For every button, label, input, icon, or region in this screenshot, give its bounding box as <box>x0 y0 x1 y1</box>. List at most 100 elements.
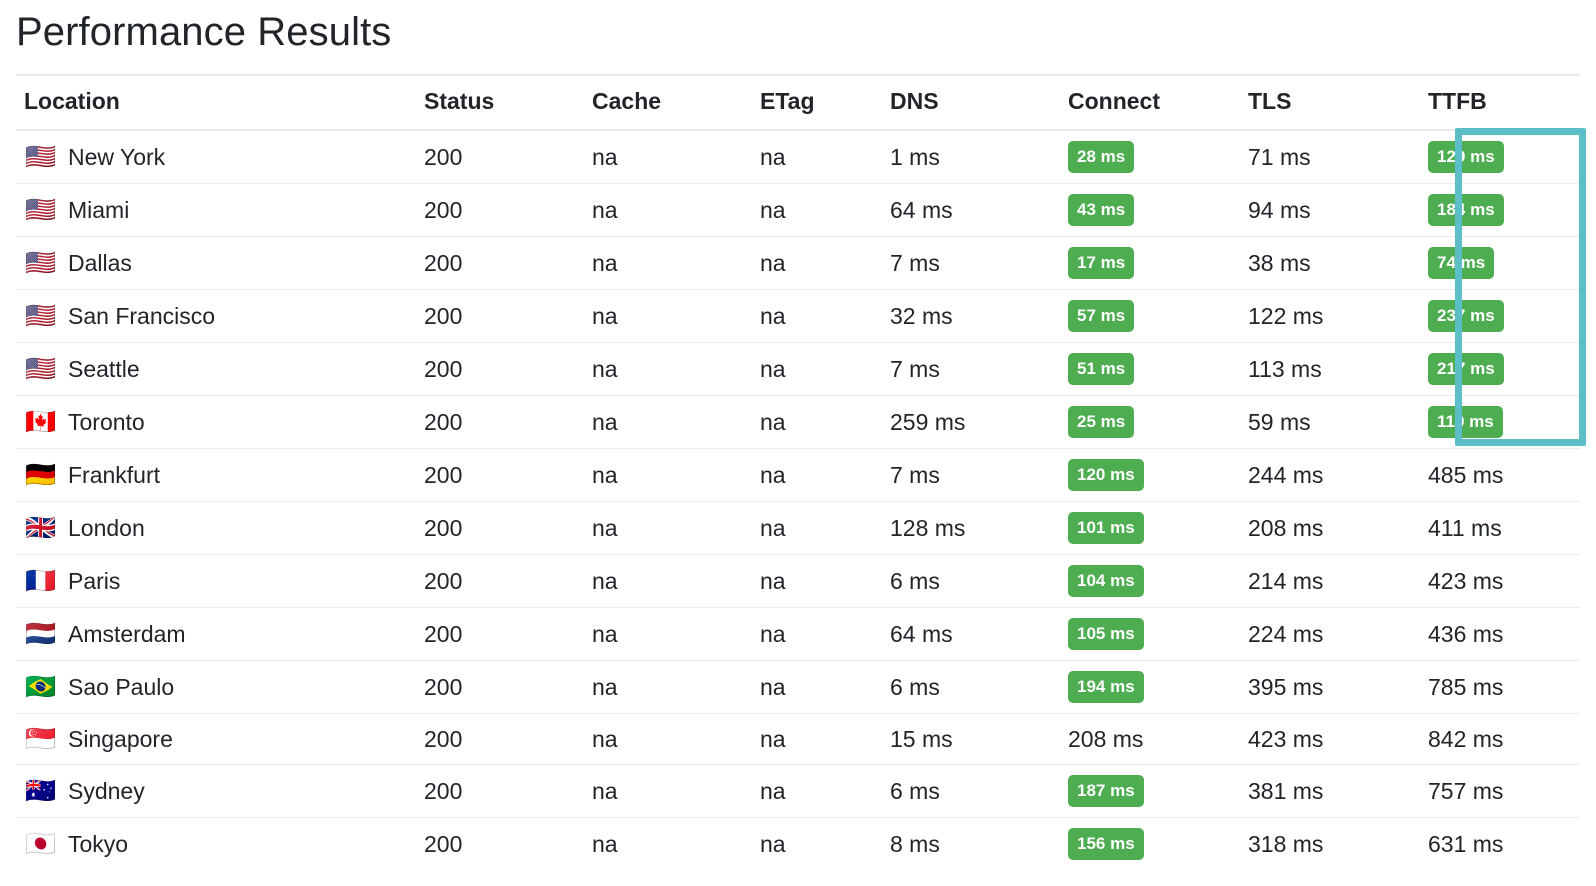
connect-badge: 101 ms <box>1068 512 1144 544</box>
location-name: Sao Paulo <box>68 673 175 700</box>
table-row[interactable]: 🇦🇺 Sydney 200 na na 6 ms 187 ms 381 ms 757 ms <box>16 764 1580 818</box>
table-row[interactable]: 🇺🇸 Miami 200 na na 64 ms 43 ms 94 ms 184 ms <box>16 183 1580 237</box>
connect-badge: 194 ms <box>1068 671 1144 703</box>
cell-ttfb: 110 ms <box>1420 395 1580 449</box>
flag-singapore-icon: 🇸🇬 <box>25 724 57 753</box>
cell-connect: 208 ms <box>1060 713 1240 765</box>
cell-tls: 318 ms <box>1240 817 1420 870</box>
table-row[interactable]: 🇸🇬 Singapore 200 na na 15 ms 208 ms 423 ms 842 m… <box>16 713 1580 765</box>
cell-connect: 120 ms <box>1060 448 1240 502</box>
cell-etag: na <box>752 448 882 502</box>
cell-ttfb: 842 ms <box>1420 713 1580 765</box>
ttfb-badge: 184 ms <box>1428 194 1504 226</box>
location-name: Toronto <box>68 408 145 435</box>
cell-cache: na <box>584 713 752 765</box>
table-header-row: Location Status Cache ETag DNS Connect T… <box>16 74 1580 131</box>
table-row[interactable]: 🇺🇸 Dallas 200 na na 7 ms 17 ms 38 ms 74 ms <box>16 236 1580 290</box>
cell-status: 200 <box>416 501 584 555</box>
cell-etag: na <box>752 129 882 184</box>
cell-tls: 113 ms <box>1240 342 1420 396</box>
cell-connect: 101 ms <box>1060 501 1240 555</box>
cell-cache: na <box>584 554 752 608</box>
column-header-dns[interactable]: DNS <box>882 74 1060 131</box>
column-header-status[interactable]: Status <box>416 74 584 131</box>
cell-tls: 71 ms <box>1240 129 1420 184</box>
connect-badge: 105 ms <box>1068 618 1144 650</box>
location-name: Singapore <box>68 725 173 752</box>
cell-etag: na <box>752 183 882 237</box>
cell-dns: 8 ms <box>882 817 1060 870</box>
cell-connect: 187 ms <box>1060 764 1240 818</box>
column-header-etag[interactable]: ETag <box>752 74 882 131</box>
connect-badge: 120 ms <box>1068 459 1144 491</box>
flag-australia-icon: 🇦🇺 <box>25 776 57 805</box>
cell-status: 200 <box>416 554 584 608</box>
table-row[interactable]: 🇧🇷 Sao Paulo 200 na na 6 ms 194 ms 395 ms 785 ms <box>16 660 1580 714</box>
cell-tls: 423 ms <box>1240 713 1420 765</box>
cell-status: 200 <box>416 183 584 237</box>
cell-cache: na <box>584 764 752 818</box>
cell-location: 🇬🇧 London <box>16 501 416 555</box>
cell-cache: na <box>584 660 752 714</box>
cell-connect: 105 ms <box>1060 607 1240 661</box>
flag-united-states-icon: 🇺🇸 <box>25 248 57 277</box>
column-header-location[interactable]: Location <box>16 74 416 131</box>
cell-ttfb: 184 ms <box>1420 183 1580 237</box>
page-title: Performance Results <box>16 10 392 54</box>
table-row[interactable]: 🇺🇸 Seattle 200 na na 7 ms 51 ms 113 ms 217 ms <box>16 342 1580 396</box>
ttfb-badge: 129 ms <box>1428 141 1504 173</box>
column-header-cache[interactable]: Cache <box>584 74 752 131</box>
cell-cache: na <box>584 289 752 343</box>
cell-tls: 214 ms <box>1240 554 1420 608</box>
cell-location: 🇳🇱 Amsterdam <box>16 607 416 661</box>
cell-status: 200 <box>416 607 584 661</box>
cell-ttfb: 631 ms <box>1420 817 1580 870</box>
connect-badge: 187 ms <box>1068 775 1144 807</box>
cell-etag: na <box>752 554 882 608</box>
cell-status: 200 <box>416 395 584 449</box>
cell-etag: na <box>752 607 882 661</box>
column-header-connect[interactable]: Connect <box>1060 74 1240 131</box>
table-row[interactable]: 🇯🇵 Tokyo 200 na na 8 ms 156 ms 318 ms 631 ms <box>16 817 1580 870</box>
cell-status: 200 <box>416 713 584 765</box>
cell-etag: na <box>752 395 882 449</box>
cell-connect: 43 ms <box>1060 183 1240 237</box>
cell-dns: 7 ms <box>882 448 1060 502</box>
table-row[interactable]: 🇬🇧 London 200 na na 128 ms 101 ms 208 ms 411 ms <box>16 501 1580 555</box>
table-row[interactable]: 🇩🇪 Frankfurt 200 na na 7 ms 120 ms 244 ms 485 ms <box>16 448 1580 502</box>
cell-dns: 259 ms <box>882 395 1060 449</box>
table-row[interactable]: 🇫🇷 Paris 200 na na 6 ms 104 ms 214 ms 423 ms <box>16 554 1580 608</box>
cell-dns: 6 ms <box>882 554 1060 608</box>
location-name: Miami <box>68 196 130 223</box>
cell-tls: 395 ms <box>1240 660 1420 714</box>
table-row[interactable]: 🇺🇸 New York 200 na na 1 ms 28 ms 71 ms 129 ms <box>16 129 1580 184</box>
connect-badge: 57 ms <box>1068 300 1135 332</box>
cell-status: 200 <box>416 764 584 818</box>
flag-japan-icon: 🇯🇵 <box>25 829 57 858</box>
cell-status: 200 <box>416 342 584 396</box>
flag-canada-icon: 🇨🇦 <box>25 407 57 436</box>
column-header-ttfb[interactable]: TTFB <box>1420 74 1580 131</box>
cell-cache: na <box>584 501 752 555</box>
cell-status: 200 <box>416 129 584 184</box>
ttfb-badge: 217 ms <box>1428 353 1504 385</box>
table-header: Location Status Cache ETag DNS Connect T… <box>16 74 1580 131</box>
cell-cache: na <box>584 342 752 396</box>
location-name: Amsterdam <box>68 620 186 647</box>
location-name: Paris <box>68 567 121 594</box>
cell-connect: 17 ms <box>1060 236 1240 290</box>
location-name: San Francisco <box>68 302 216 329</box>
location-name: Seattle <box>68 355 140 382</box>
cell-dns: 1 ms <box>882 129 1060 184</box>
cell-ttfb: 485 ms <box>1420 448 1580 502</box>
cell-dns: 128 ms <box>882 501 1060 555</box>
cell-cache: na <box>584 183 752 237</box>
cell-tls: 122 ms <box>1240 289 1420 343</box>
table-row[interactable]: 🇳🇱 Amsterdam 200 na na 64 ms 105 ms 224 ms 436 m… <box>16 607 1580 661</box>
cell-dns: 32 ms <box>882 289 1060 343</box>
table-row[interactable]: 🇺🇸 San Francisco 200 na na 32 ms 57 ms 122 ms 23… <box>16 289 1580 343</box>
cell-connect: 51 ms <box>1060 342 1240 396</box>
table-row[interactable]: 🇨🇦 Toronto 200 na na 259 ms 25 ms 59 ms 110 ms <box>16 395 1580 449</box>
column-header-tls[interactable]: TLS <box>1240 74 1420 131</box>
cell-connect: 57 ms <box>1060 289 1240 343</box>
